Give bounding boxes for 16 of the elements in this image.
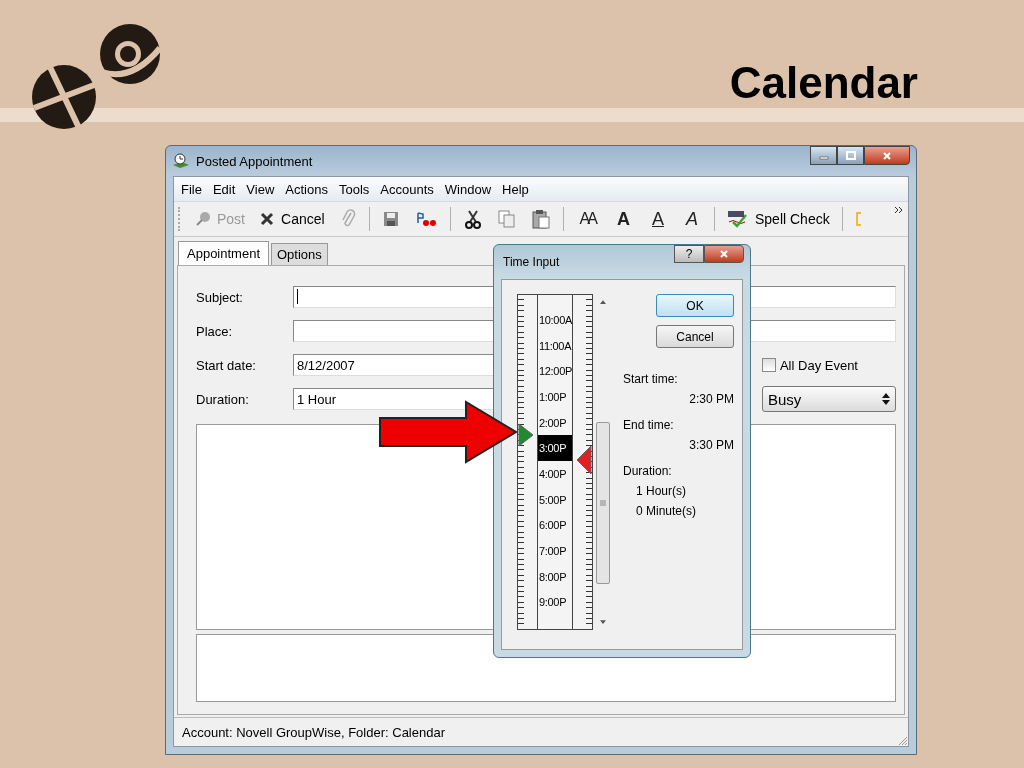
field-label: Place: xyxy=(196,323,234,339)
field-label: Start date: xyxy=(196,357,257,373)
info-value: 0 Minute(s) xyxy=(635,504,698,518)
slide-title: Calendar xyxy=(729,58,918,108)
info-value: 3:30 PM xyxy=(688,438,734,452)
dialog-title: Time Input xyxy=(503,255,560,269)
info-label: End time: xyxy=(623,418,675,432)
field-label: Duration: xyxy=(196,391,250,407)
info-value: 2:30 PM xyxy=(688,392,734,406)
info-label: Duration: xyxy=(623,464,673,478)
info-label: Start time: xyxy=(623,372,679,386)
field-label: Subject: xyxy=(196,289,244,305)
window-title: Posted Appointment xyxy=(196,153,313,169)
checkbox-label: All Day Event xyxy=(779,357,858,373)
status-text: Account: Novell GroupWise, Folder: Calendar xyxy=(182,724,445,740)
info-value: 1 Hour(s) xyxy=(635,484,687,498)
